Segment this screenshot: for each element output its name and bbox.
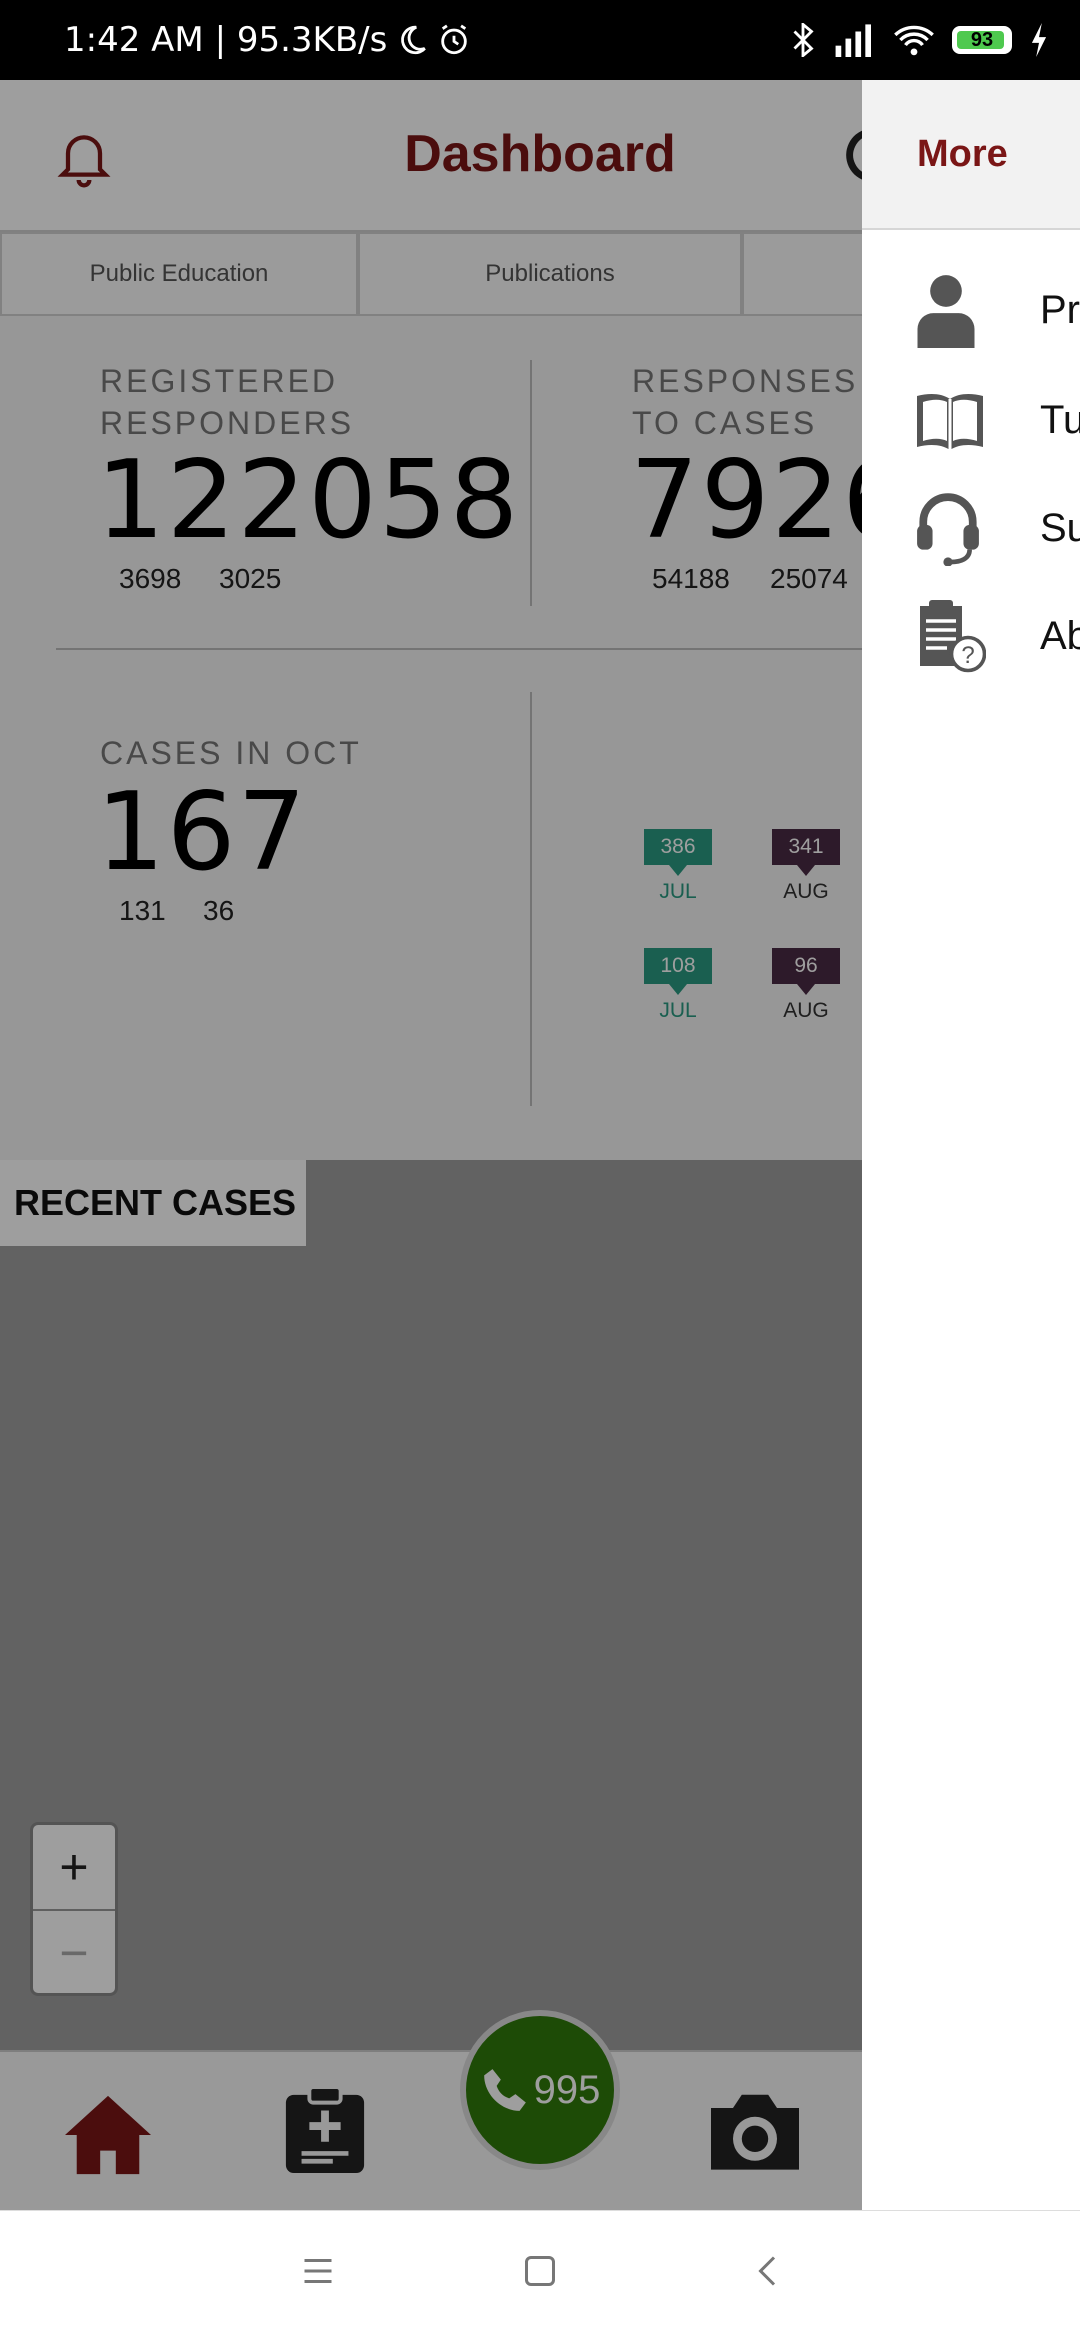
charging-icon bbox=[1031, 23, 1047, 57]
headset-icon bbox=[917, 493, 979, 566]
back-icon[interactable] bbox=[750, 2253, 786, 2289]
status-net-speed: 95.3KB/s bbox=[236, 20, 388, 60]
moon-icon bbox=[401, 25, 427, 55]
drawer-item-label: Ab bbox=[1040, 613, 1080, 658]
menu-icon[interactable] bbox=[300, 2253, 336, 2289]
drawer-item-profile[interactable]: Pr bbox=[862, 260, 1080, 360]
battery-percent: 93 bbox=[970, 29, 994, 51]
drawer-item-label: Pr bbox=[1040, 287, 1080, 332]
bluetooth-icon bbox=[793, 23, 814, 57]
battery-icon: 93 bbox=[952, 26, 1012, 54]
drawer-scrim[interactable] bbox=[0, 80, 862, 2210]
wifi-icon bbox=[894, 25, 934, 56]
drawer-title: More bbox=[917, 132, 1008, 175]
about-document-icon: ? bbox=[920, 600, 986, 673]
drawer-item-label: Su bbox=[1040, 505, 1080, 550]
drawer-item-support[interactable]: Su bbox=[862, 478, 1080, 578]
person-icon bbox=[917, 275, 975, 348]
status-time: 1:42 AM bbox=[64, 20, 204, 60]
signal-icon bbox=[835, 24, 871, 57]
svg-text:?: ? bbox=[961, 642, 974, 669]
drawer-header: More bbox=[862, 80, 1080, 230]
home-square-icon[interactable] bbox=[522, 2253, 558, 2289]
drawer-item-tutorial[interactable]: Tu bbox=[862, 370, 1080, 470]
drawer-item-about[interactable]: ? Ab bbox=[862, 586, 1080, 686]
system-nav-bar bbox=[0, 2210, 1080, 2341]
status-bar: 1:42 AM | 95.3KB/s 93 bbox=[0, 0, 1080, 80]
alarm-icon bbox=[441, 24, 468, 55]
book-icon bbox=[917, 394, 983, 450]
drawer-item-label: Tu bbox=[1040, 397, 1080, 442]
more-drawer: More Pr Tu Su ? Ab bbox=[862, 80, 1080, 2210]
